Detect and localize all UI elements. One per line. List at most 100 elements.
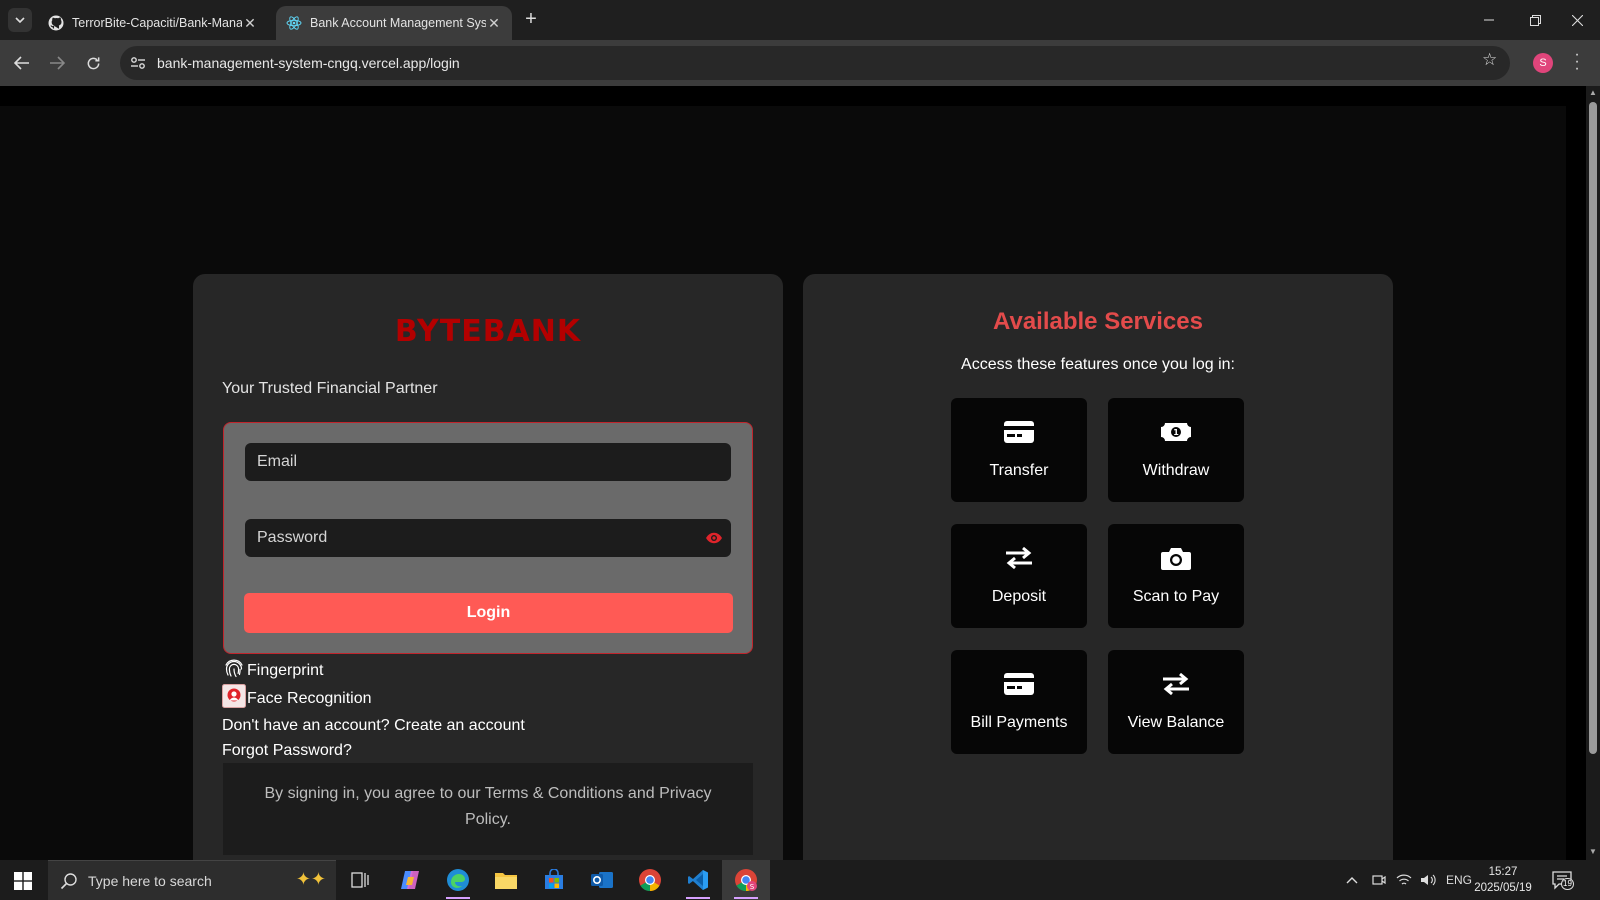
minimize-button[interactable] xyxy=(1466,0,1512,40)
task-view-icon xyxy=(351,872,369,888)
github-icon xyxy=(48,15,64,31)
login-button[interactable]: Login xyxy=(244,593,733,633)
bookmark-star-icon[interactable]: ☆ xyxy=(1482,50,1497,70)
email-input[interactable] xyxy=(245,443,731,481)
email-field-wrapper xyxy=(245,443,731,481)
clock-time: 15:27 xyxy=(1488,866,1518,878)
edge-icon xyxy=(447,869,469,891)
clock-date: 2025/05/19 xyxy=(1474,882,1532,894)
new-tab-button[interactable]: + xyxy=(520,9,542,31)
taskbar-chrome-profile[interactable]: S xyxy=(722,860,770,900)
network-icon[interactable] xyxy=(1396,860,1412,900)
scroll-up-icon[interactable]: ▲ xyxy=(1589,89,1597,97)
services-subtitle: Access these features once you log in: xyxy=(961,356,1235,373)
forward-button[interactable] xyxy=(45,51,69,75)
copilot-icon xyxy=(401,871,419,889)
task-view-button[interactable] xyxy=(336,860,384,900)
fingerprint-label: Fingerprint xyxy=(247,662,324,679)
vscode-icon xyxy=(688,870,708,890)
profile-avatar[interactable]: S xyxy=(1533,53,1553,73)
taskbar-search-box[interactable]: Type here to search ✦✦ xyxy=(48,860,336,900)
chevron-down-icon xyxy=(15,17,25,23)
tagline: Your Trusted Financial Partner xyxy=(222,380,438,397)
site-settings-icon xyxy=(131,57,145,69)
service-tile-transfer[interactable]: Transfer xyxy=(951,398,1087,502)
service-tile-withdraw[interactable]: 1 Withdraw xyxy=(1108,398,1244,502)
address-url[interactable]: bank-management-system-cngq.vercel.app/l… xyxy=(157,55,460,71)
close-window-button[interactable] xyxy=(1554,0,1600,40)
services-title: Available Services xyxy=(993,308,1203,335)
scroll-down-icon[interactable]: ▼ xyxy=(1589,848,1597,856)
close-icon[interactable]: ✕ xyxy=(486,15,502,32)
password-field-wrapper xyxy=(245,519,731,557)
taskbar-clock[interactable]: 15:27 2025/05/19 xyxy=(1468,864,1538,896)
svg-text:S: S xyxy=(750,883,755,891)
service-tile-bill-payments[interactable]: Bill Payments xyxy=(951,650,1087,754)
service-label: Deposit xyxy=(991,588,1047,605)
windows-start-icon[interactable] xyxy=(14,872,32,890)
fingerprint-login[interactable]: Fingerprint xyxy=(222,656,323,680)
login-form: Login xyxy=(223,422,753,654)
taskbar-store[interactable] xyxy=(530,860,578,900)
face-recognition-label: Face Recognition xyxy=(247,690,372,707)
show-hidden-icons[interactable] xyxy=(1346,860,1358,900)
search-highlight-icon: ✦✦ xyxy=(295,869,326,889)
camera-icon xyxy=(1161,548,1191,570)
taskbar-vscode[interactable] xyxy=(674,860,722,900)
notification-count-badge: 19 xyxy=(1561,878,1574,890)
exchange-arrows-icon xyxy=(1163,672,1189,696)
face-recognition-icon xyxy=(222,684,246,708)
taskbar-file-explorer[interactable] xyxy=(482,860,530,900)
restore-icon xyxy=(1529,14,1541,26)
tab-title: Bank Account Management Sys xyxy=(310,16,486,30)
page-scrollbar[interactable]: ▲ ▼ xyxy=(1586,86,1600,860)
tab-github[interactable]: TerrorBite-Capaciti/Bank-Mana ✕ xyxy=(38,6,268,40)
chevron-up-icon xyxy=(1346,877,1358,884)
create-account-link[interactable]: Don't have an account? Create an account xyxy=(222,717,525,735)
reload-icon xyxy=(87,56,99,69)
chrome-icon xyxy=(639,869,661,891)
service-tile-view-balance[interactable]: View Balance xyxy=(1108,650,1244,754)
services-card: Available Services Access these features… xyxy=(803,274,1393,886)
close-icon[interactable]: ✕ xyxy=(242,15,258,32)
exchange-arrows-icon xyxy=(1006,546,1032,570)
eye-icon[interactable] xyxy=(705,530,723,546)
menu-kebab-icon[interactable]: · · · xyxy=(1572,47,1582,77)
taskbar-search-placeholder: Type here to search xyxy=(88,873,212,889)
taskbar-copilot[interactable] xyxy=(386,860,434,900)
arrow-right-icon xyxy=(50,56,65,70)
taskbar-chrome[interactable] xyxy=(626,860,674,900)
service-label: Bill Payments xyxy=(970,714,1068,731)
restore-button[interactable] xyxy=(1512,0,1558,40)
service-tile-scan-to-pay[interactable]: Scan to Pay xyxy=(1108,524,1244,628)
page-viewport: BYTEBANK Your Trusted Financial Partner … xyxy=(0,86,1586,886)
forgot-password-link[interactable]: Forgot Password? xyxy=(222,742,352,760)
reload-button[interactable] xyxy=(81,51,105,75)
password-input[interactable] xyxy=(245,519,731,557)
tab-search-button[interactable] xyxy=(8,8,32,32)
face-recognition-login[interactable]: Face Recognition xyxy=(222,684,372,708)
back-button[interactable] xyxy=(10,51,34,75)
svg-text:1: 1 xyxy=(1173,428,1179,437)
volume-icon[interactable] xyxy=(1420,860,1436,900)
money-bill-icon: 1 xyxy=(1161,423,1191,441)
notification-center-button[interactable]: 19 xyxy=(1552,870,1574,890)
browser-tab-bar: TerrorBite-Capaciti/Bank-Mana ✕ Bank Acc… xyxy=(0,0,1600,40)
close-icon xyxy=(1571,14,1583,26)
browser-toolbar: bank-management-system-cngq.vercel.app/l… xyxy=(0,40,1600,86)
taskbar-edge[interactable] xyxy=(434,860,482,900)
taskbar-outlook[interactable] xyxy=(578,860,626,900)
windows-taskbar: Type here to search ✦✦ S ENG 15:27 2025/… xyxy=(0,860,1600,900)
meet-now-icon[interactable] xyxy=(1372,860,1386,900)
service-tile-deposit[interactable]: Deposit xyxy=(951,524,1087,628)
tab-title: TerrorBite-Capaciti/Bank-Mana xyxy=(72,16,242,30)
service-label: Withdraw xyxy=(1142,462,1210,479)
address-bar[interactable]: bank-management-system-cngq.vercel.app/l… xyxy=(120,46,1510,80)
search-icon xyxy=(60,873,77,890)
login-card: BYTEBANK Your Trusted Financial Partner … xyxy=(193,274,783,886)
tab-bank-app[interactable]: Bank Account Management Sys ✕ xyxy=(276,6,512,40)
folder-icon xyxy=(495,873,517,889)
brand-logo: BYTEBANK xyxy=(394,314,582,349)
chrome-icon: S xyxy=(735,869,757,891)
scroll-thumb[interactable] xyxy=(1589,102,1597,754)
